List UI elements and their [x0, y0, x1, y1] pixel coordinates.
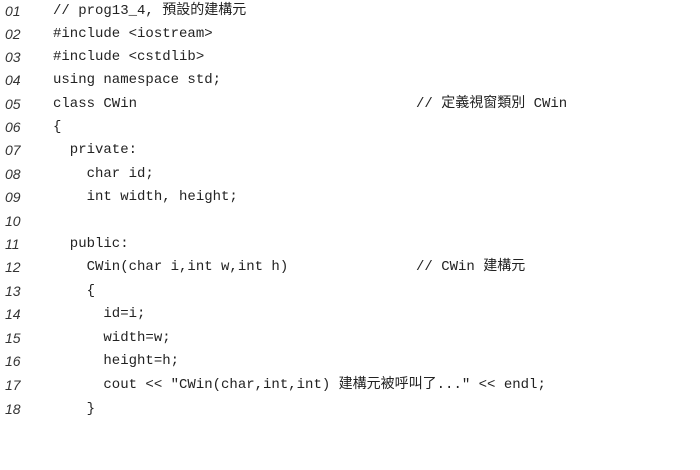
line-code: // prog13_4, 預設的建構元: [53, 3, 247, 19]
line-number: 18: [5, 401, 21, 417]
code-line-15: 15 width=w;: [0, 327, 700, 350]
code-line-09: 09 int width, height;: [0, 186, 700, 209]
line-code: }: [53, 401, 96, 417]
line-code: using namespace std;: [53, 72, 222, 88]
code-line-16: 16 height=h;: [0, 350, 700, 373]
line-number: 07: [5, 142, 21, 158]
code-listing: 01 // prog13_4, 預設的建構元 02 #include <iost…: [0, 0, 700, 426]
code-line-10: 10: [0, 210, 700, 233]
code-line-03: 03 #include <cstdlib>: [0, 46, 700, 69]
line-number: 11: [5, 236, 20, 252]
line-code: height=h;: [53, 353, 180, 369]
code-line-01: 01 // prog13_4, 預設的建構元: [0, 0, 700, 23]
line-code: {: [53, 283, 96, 299]
code-line-18: 18 }: [0, 398, 700, 421]
code-line-12: 12 CWin(char i,int w,int h) // CWin 建構元: [0, 256, 700, 279]
line-number: 15: [5, 330, 21, 346]
code-line-13: 13 {: [0, 280, 700, 303]
line-number: 02: [5, 26, 21, 42]
line-code: cout << "CWin(char,int,int) 建構元被呼叫了..." …: [53, 377, 546, 393]
code-line-05: 05 class CWin // 定義視窗類別 CWin: [0, 93, 700, 116]
line-number: 10: [5, 213, 21, 229]
line-comment: // CWin 建構元: [416, 259, 526, 275]
line-code: private:: [53, 142, 138, 158]
line-comment: // 定義視窗類別 CWin: [416, 96, 568, 112]
code-line-06: 06 {: [0, 116, 700, 139]
code-line-14: 14 id=i;: [0, 303, 700, 326]
line-code: {: [53, 119, 62, 135]
code-line-08: 08 char id;: [0, 163, 700, 186]
code-line-04: 04 using namespace std;: [0, 69, 700, 92]
line-code: public:: [53, 236, 129, 252]
line-number: 08: [5, 166, 21, 182]
line-code: #include <cstdlib>: [53, 49, 205, 65]
line-code: class CWin: [53, 96, 138, 112]
line-number: 01: [5, 3, 21, 19]
line-code: int width, height;: [53, 189, 238, 205]
code-line-02: 02 #include <iostream>: [0, 23, 700, 46]
line-code: char id;: [53, 166, 154, 182]
line-number: 14: [5, 306, 21, 322]
code-line-11: 11 public:: [0, 233, 700, 256]
line-number: 05: [5, 96, 21, 112]
line-number: 06: [5, 119, 21, 135]
code-line-17: 17 cout << "CWin(char,int,int) 建構元被呼叫了..…: [0, 374, 700, 397]
line-number: 04: [5, 72, 21, 88]
line-number: 13: [5, 283, 21, 299]
line-code: #include <iostream>: [53, 26, 213, 42]
line-number: 12: [5, 259, 21, 275]
line-number: 09: [5, 189, 21, 205]
line-number: 16: [5, 353, 21, 369]
line-code: CWin(char i,int w,int h): [53, 259, 289, 275]
line-code: width=w;: [53, 330, 171, 346]
line-number: 03: [5, 49, 21, 65]
line-number: 17: [5, 377, 21, 393]
code-line-07: 07 private:: [0, 139, 700, 162]
line-code: id=i;: [53, 306, 146, 322]
